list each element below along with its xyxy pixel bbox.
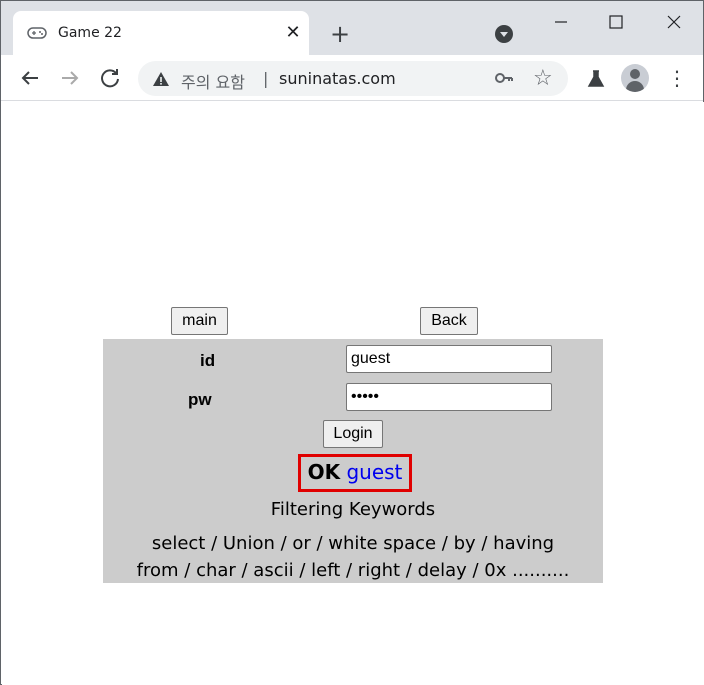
menu-icon[interactable]: ⋮ — [667, 64, 687, 92]
tab-strip: Game 22 ✕ + — [1, 1, 703, 56]
key-icon[interactable] — [494, 69, 514, 92]
ok-text: OK — [307, 460, 341, 484]
minimize-icon[interactable] — [548, 9, 574, 35]
plus-icon[interactable]: + — [327, 21, 353, 47]
maximize-icon[interactable] — [603, 9, 629, 35]
filter-keywords-line-1: select / Union / or / white space / by /… — [151, 533, 555, 554]
tab-game-22[interactable]: Game 22 ✕ — [13, 11, 309, 56]
gamepad-icon — [27, 27, 47, 39]
close-window-icon[interactable] — [661, 9, 687, 35]
forward-icon[interactable] — [55, 63, 85, 93]
warning-icon — [153, 72, 169, 86]
url-separator: | — [263, 69, 269, 88]
id-input[interactable]: guest — [346, 345, 552, 373]
logged-in-user: guest — [346, 460, 403, 484]
page-content: main Back id guest pw ••••• Login OK gue… — [2, 102, 704, 685]
main-button[interactable]: main — [171, 307, 228, 335]
close-icon[interactable]: ✕ — [281, 21, 305, 45]
login-result: OK guest — [298, 454, 412, 492]
tab-title: Game 22 — [58, 25, 122, 41]
tab-search-icon[interactable] — [495, 25, 513, 43]
pw-label: pw — [188, 390, 212, 409]
avatar-icon[interactable] — [621, 64, 649, 92]
id-label: id — [200, 351, 216, 370]
star-icon[interactable]: ☆ — [533, 66, 553, 91]
back-button[interactable]: Back — [420, 307, 478, 335]
back-icon[interactable] — [15, 63, 45, 93]
login-panel: id guest pw ••••• Login OK guest Filteri… — [103, 339, 603, 583]
filter-keywords-line-2: from / char / ascii / left / right / del… — [136, 560, 570, 581]
flask-icon[interactable] — [583, 66, 609, 92]
reload-icon[interactable] — [95, 63, 125, 93]
browser-toolbar: 주의 요함 | suninatas.com ☆ ⋮ — [1, 55, 703, 101]
security-warning-label: 주의 요함 — [181, 73, 245, 92]
filter-title: Filtering Keywords — [270, 499, 436, 520]
url-text: suninatas.com — [279, 69, 396, 88]
login-button[interactable]: Login — [323, 420, 383, 448]
address-bar[interactable]: 주의 요함 | suninatas.com ☆ — [138, 61, 568, 96]
pw-input[interactable]: ••••• — [346, 383, 552, 411]
browser-window: Game 22 ✕ + 주의 요함 | suninatas.com ☆ ⋮ ma… — [0, 0, 704, 685]
